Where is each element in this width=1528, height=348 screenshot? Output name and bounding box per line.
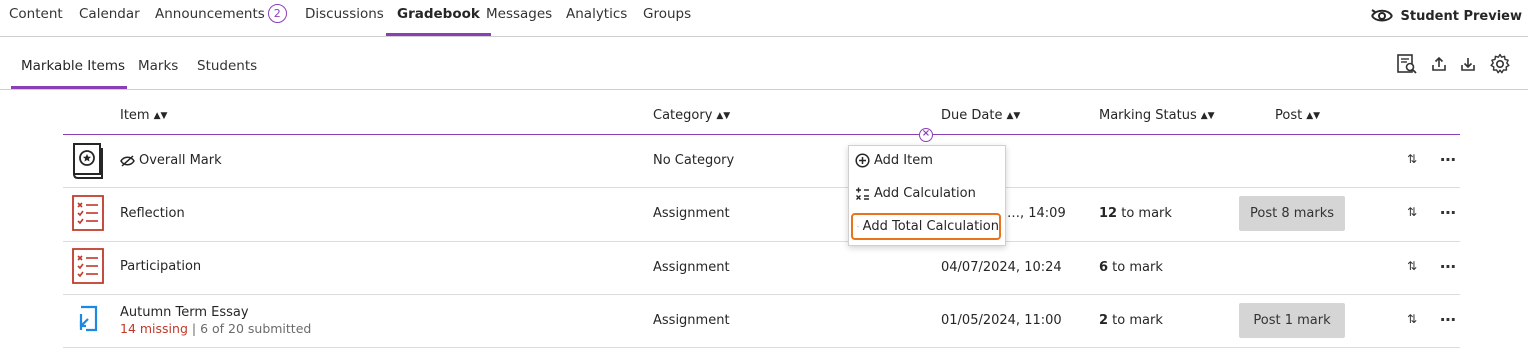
category-cell: Assignment: [653, 313, 730, 328]
column-header-due-date-label: Due Date: [941, 108, 1003, 123]
due-date-cell: 04/07/2024, 10:24: [941, 260, 1062, 275]
insert-line: [63, 134, 1460, 135]
upload-button[interactable]: [1426, 51, 1452, 77]
announcements-count-badge: 2: [267, 4, 287, 23]
marking-count: 12: [1099, 206, 1118, 221]
sort-icon: ▲▼: [153, 111, 168, 121]
marking-status-cell[interactable]: 2 to mark: [1099, 313, 1163, 328]
student-preview-button[interactable]: Student Preview: [1370, 5, 1522, 27]
column-header-post[interactable]: Post ▲▼: [1275, 108, 1320, 123]
marking-status-cell[interactable]: 6 to mark: [1099, 260, 1163, 275]
marking-overview-button[interactable]: [1394, 51, 1420, 77]
more-options-icon[interactable]: ⋯: [1440, 257, 1456, 276]
sort-icon: ▲▼: [1006, 111, 1021, 121]
tab-gradebook[interactable]: Gradebook: [386, 0, 491, 36]
assignment-icon: [70, 246, 106, 286]
menu-item-add-total-calculation[interactable]: Add Total Calculation: [851, 213, 1001, 240]
item-name-autumn-term-essay[interactable]: Autumn Term Essay: [120, 305, 249, 320]
tab-calendar[interactable]: Calendar: [79, 0, 140, 36]
menu-item-add-item[interactable]: Add Item: [855, 148, 933, 172]
reorder-icon[interactable]: ⇅: [1407, 205, 1423, 219]
tab-announcements[interactable]: Announcements 2: [155, 0, 287, 36]
more-options-icon[interactable]: ⋯: [1440, 150, 1456, 169]
row-divider: [63, 294, 1460, 295]
menu-item-label: Add Calculation: [874, 185, 976, 201]
column-header-marking-status[interactable]: Marking Status ▲▼: [1099, 108, 1215, 123]
column-header-marking-status-label: Marking Status: [1099, 108, 1197, 123]
row-divider: [63, 241, 1460, 242]
missing-count[interactable]: 14 missing: [120, 321, 188, 336]
tab-markable-items[interactable]: Markable Items: [21, 58, 125, 74]
due-date-cell: 01/05/2024, 11:00: [941, 313, 1062, 328]
calculator-icon: [856, 187, 869, 200]
column-header-post-label: Post: [1275, 108, 1303, 123]
student-preview-label: Student Preview: [1400, 8, 1522, 24]
tab-discussions[interactable]: Discussions: [305, 0, 384, 36]
tab-groups[interactable]: Groups: [643, 0, 691, 36]
sort-icon: ▲▼: [1200, 111, 1215, 121]
reorder-icon[interactable]: ⇅: [1407, 259, 1423, 273]
tab-students[interactable]: Students: [197, 58, 257, 74]
column-header-item[interactable]: Item ▲▼: [120, 108, 167, 123]
close-add-menu-icon[interactable]: ×: [919, 128, 933, 142]
marking-status-text: to mark: [1108, 313, 1163, 328]
category-cell: No Category: [653, 153, 735, 168]
tab-messages[interactable]: Messages: [486, 0, 552, 36]
eye-preview-icon: [1370, 9, 1393, 22]
assignment-icon: [70, 193, 106, 233]
download-icon: [1461, 58, 1475, 71]
menu-item-label: Add Item: [874, 152, 933, 168]
marking-status-cell[interactable]: 12 to mark: [1099, 206, 1172, 221]
submitted-count: 6 of 20 submitted: [200, 321, 312, 336]
marking-status-text: to mark: [1117, 206, 1172, 221]
menu-item-label: Add Total Calculation: [862, 219, 999, 234]
category-cell: Assignment: [653, 260, 730, 275]
post-marks-button[interactable]: Post 8 marks: [1239, 196, 1345, 231]
row-divider: [63, 187, 1460, 188]
calculator-icon: [857, 225, 859, 228]
gear-icon: [1490, 53, 1510, 74]
more-options-icon[interactable]: ⋯: [1440, 203, 1456, 222]
due-date-cell: …, 14:09: [1007, 206, 1066, 221]
plus-circle-icon: [855, 152, 870, 168]
submission-summary: 14 missing | 6 of 20 submitted: [120, 321, 311, 336]
item-name-participation[interactable]: Participation: [120, 259, 201, 274]
item-name-label: Overall Mark: [139, 153, 222, 168]
active-tab-underline: [11, 86, 127, 89]
column-header-item-label: Item: [120, 108, 150, 123]
column-header-due-date[interactable]: Due Date ▲▼: [941, 108, 1020, 123]
tab-analytics[interactable]: Analytics: [566, 0, 627, 36]
course-top-nav: Content Calendar Announcements 2 Discussi…: [0, 0, 1528, 37]
marking-count: 6: [1099, 260, 1109, 275]
reorder-icon[interactable]: ⇅: [1407, 312, 1423, 326]
category-cell: Assignment: [653, 206, 730, 221]
reorder-icon[interactable]: ⇅: [1407, 152, 1423, 166]
download-button[interactable]: [1455, 51, 1481, 77]
marking-status-text: to mark: [1108, 260, 1163, 275]
tab-content[interactable]: Content: [9, 0, 63, 36]
item-name-reflection[interactable]: Reflection: [120, 206, 185, 221]
marking-count: 2: [1099, 313, 1109, 328]
sort-icon: ▲▼: [716, 111, 731, 121]
add-item-menu: Add Item Add Calculation Add Total Calcu…: [848, 145, 1006, 246]
essay-icon: [70, 302, 106, 342]
item-name-overall-mark[interactable]: Overall Mark: [120, 153, 222, 168]
column-header-category-label: Category: [653, 108, 713, 123]
sort-icon: ▲▼: [1306, 111, 1321, 121]
gradebook-sub-nav: Markable Items Marks Students: [0, 37, 1528, 90]
menu-item-add-calculation[interactable]: Add Calculation: [855, 181, 976, 205]
post-marks-button[interactable]: Post 1 mark: [1239, 303, 1345, 338]
document-search-icon: [1397, 54, 1417, 74]
overall-mark-icon: [70, 140, 106, 180]
summary-separator: |: [187, 321, 201, 336]
more-options-icon[interactable]: ⋯: [1440, 310, 1456, 329]
hidden-eye-icon: [120, 154, 135, 167]
tab-announcements-label: Announcements: [155, 6, 265, 22]
column-header-category[interactable]: Category ▲▼: [653, 108, 730, 123]
gradebook-settings-button[interactable]: [1487, 51, 1513, 77]
tab-marks[interactable]: Marks: [138, 58, 178, 74]
upload-icon: [1432, 56, 1446, 71]
